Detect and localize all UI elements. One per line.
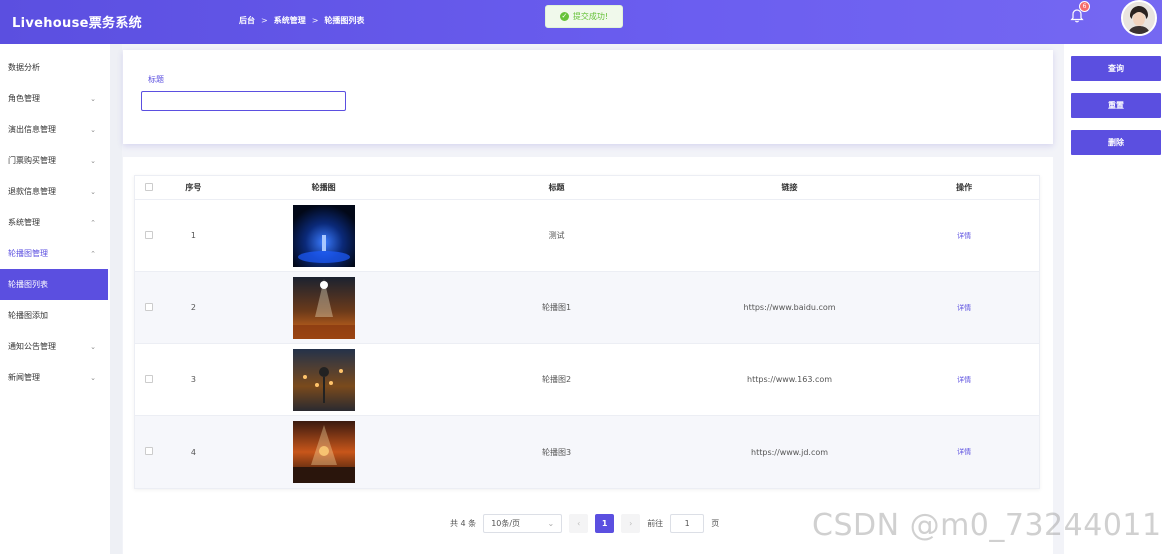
search-title-label: 标题 xyxy=(148,75,164,84)
table-row: 4 轮播图3 https://www.jd.com 详情 xyxy=(135,416,1039,488)
current-page-button[interactable]: 1 xyxy=(595,514,615,533)
column-header-index: 序号 xyxy=(185,183,202,192)
sidebar-item-label: 通知公告管理 xyxy=(8,342,56,351)
row-index: 4 xyxy=(190,447,196,457)
table-header-row: 序号 轮播图 标题 链接 操作 xyxy=(135,176,1039,200)
row-index: 2 xyxy=(190,303,196,312)
column-header-actions: 操作 xyxy=(956,183,973,192)
sidebar-item-label: 退款信息管理 xyxy=(8,187,56,196)
breadcrumb-separator: > xyxy=(261,16,268,25)
breadcrumb-section[interactable]: 系统管理 xyxy=(274,15,306,26)
page-size-value: 10条/页 xyxy=(491,519,521,528)
sidebar-item-label: 轮播图列表 xyxy=(8,280,48,289)
breadcrumb-separator: > xyxy=(311,16,319,25)
search-panel: 标题 xyxy=(123,50,1053,144)
success-toast: ✓ 提交成功! xyxy=(545,5,623,28)
goto-label: 前往 xyxy=(647,519,664,528)
sidebar-item-label: 轮播图管理 xyxy=(8,249,48,258)
content-gutter xyxy=(110,44,122,554)
chevron-up-icon: ⌃ xyxy=(90,249,96,258)
row-index: 1 xyxy=(190,231,196,240)
carousel-thumbnail xyxy=(292,421,355,483)
breadcrumb: 后台 > 系统管理 > 轮播图列表 xyxy=(239,15,364,26)
pagination-total: 共 4 条 xyxy=(450,519,477,528)
check-circle-icon: ✓ xyxy=(559,12,569,21)
sidebar-item-carousel-add[interactable]: 轮播图添加 xyxy=(0,300,110,331)
chevron-down-icon: ⌄ xyxy=(90,125,96,134)
delete-button[interactable]: 删除 xyxy=(1071,130,1161,155)
row-link: https://www.163.com xyxy=(747,375,833,384)
query-button[interactable]: 查询 xyxy=(1071,56,1161,81)
sidebar-item-label: 新闻管理 xyxy=(8,373,40,382)
row-checkbox[interactable] xyxy=(144,374,153,383)
title-search-input[interactable] xyxy=(141,91,346,111)
sidebar-item-notices[interactable]: 通知公告管理 ⌄ xyxy=(0,331,110,362)
notification-count-badge: 6 xyxy=(1079,1,1090,12)
reset-button[interactable]: 重置 xyxy=(1071,93,1161,118)
sidebar-item-tickets[interactable]: 门票购买管理 ⌄ xyxy=(0,145,110,176)
table-row: 1 测试 详情 xyxy=(135,200,1039,272)
next-page-button[interactable]: › xyxy=(621,514,641,533)
prev-page-button[interactable]: ‹ xyxy=(569,514,589,533)
chevron-down-icon: ⌄ xyxy=(90,156,96,165)
breadcrumb-home[interactable]: 后台 xyxy=(239,15,255,26)
breadcrumb-current: 轮播图列表 xyxy=(324,16,365,25)
chevron-down-icon: ⌄ xyxy=(547,519,555,528)
carousel-thumbnail xyxy=(292,348,355,411)
watermark-text: CSDN @m0_73244011 xyxy=(812,508,1162,543)
chevron-down-icon: ⌄ xyxy=(90,94,96,103)
detail-link[interactable]: 详情 xyxy=(957,376,971,384)
sidebar-item-shows[interactable]: 演出信息管理 ⌄ xyxy=(0,114,110,145)
sidebar-item-label: 系统管理 xyxy=(8,218,40,227)
sidebar-item-carousel-list[interactable]: 轮播图列表 xyxy=(0,269,108,300)
detail-link[interactable]: 详情 xyxy=(957,304,971,312)
row-link: https://www.jd.com xyxy=(751,447,829,457)
pagination: 共 4 条 10条/页 ⌄ ‹ 1 › 前往 1 页 xyxy=(450,514,719,533)
chevron-down-icon: ⌄ xyxy=(90,187,96,196)
sidebar: 数据分析 角色管理 ⌄ 演出信息管理 ⌄ 门票购买管理 ⌄ 退款信息管理 ⌄ 系统管理 ⌃… xyxy=(0,44,110,554)
row-checkbox[interactable] xyxy=(144,302,153,311)
detail-link[interactable]: 详情 xyxy=(957,232,971,240)
sidebar-item-roles[interactable]: 角色管理 ⌄ xyxy=(0,83,110,114)
row-title: 轮播图2 xyxy=(542,375,572,384)
row-index: 3 xyxy=(190,375,196,384)
select-all-checkbox[interactable] xyxy=(144,182,153,191)
sidebar-item-data-analysis[interactable]: 数据分析 xyxy=(0,52,110,83)
sidebar-item-label: 门票购买管理 xyxy=(8,156,56,165)
chevron-down-icon: ⌄ xyxy=(90,373,96,382)
carousel-table: 序号 轮播图 标题 链接 操作 1 测试 详情 2 轮播图1 https://w… xyxy=(134,175,1040,489)
row-checkbox[interactable] xyxy=(144,230,153,239)
app-title: Livehouse票务系统 xyxy=(12,16,142,31)
row-title: 轮播图1 xyxy=(542,303,572,312)
goto-suffix: 页 xyxy=(711,519,720,528)
detail-link[interactable]: 详情 xyxy=(957,448,971,456)
sidebar-item-news[interactable]: 新闻管理 ⌄ xyxy=(0,362,110,393)
sidebar-item-carousel[interactable]: 轮播图管理 ⌃ xyxy=(0,238,110,269)
chevron-up-icon: ⌃ xyxy=(90,218,96,227)
sidebar-item-label: 轮播图添加 xyxy=(8,311,48,320)
table-panel: 序号 轮播图 标题 链接 操作 1 测试 详情 2 轮播图1 https://w… xyxy=(123,157,1053,554)
table-row: 2 轮播图1 https://www.baidu.com 详情 xyxy=(135,272,1039,344)
user-avatar[interactable] xyxy=(1121,0,1157,36)
row-title: 轮播图3 xyxy=(542,447,572,457)
column-header-link: 链接 xyxy=(781,183,798,192)
table-row: 3 轮播图2 https://www.163.com 详情 xyxy=(135,344,1039,416)
goto-page-input[interactable]: 1 xyxy=(670,514,705,533)
carousel-thumbnail xyxy=(292,276,355,339)
sidebar-item-label: 演出信息管理 xyxy=(8,125,56,134)
column-header-title: 标题 xyxy=(548,183,565,192)
toast-text: 提交成功! xyxy=(572,12,609,21)
page-size-select[interactable]: 10条/页 ⌄ xyxy=(483,514,563,533)
row-link: https://www.baidu.com xyxy=(743,303,836,312)
sidebar-item-label: 数据分析 xyxy=(8,63,40,72)
column-header-image: 轮播图 xyxy=(311,183,336,192)
sidebar-item-refunds[interactable]: 退款信息管理 ⌄ xyxy=(0,176,110,207)
row-title: 测试 xyxy=(548,231,565,240)
sidebar-item-system[interactable]: 系统管理 ⌃ xyxy=(0,207,110,238)
sidebar-item-label: 角色管理 xyxy=(8,94,40,103)
action-panel: 查询 重置 删除 xyxy=(1064,44,1162,554)
chevron-down-icon: ⌄ xyxy=(90,342,96,351)
carousel-thumbnail xyxy=(292,204,355,267)
row-checkbox[interactable] xyxy=(144,447,153,455)
